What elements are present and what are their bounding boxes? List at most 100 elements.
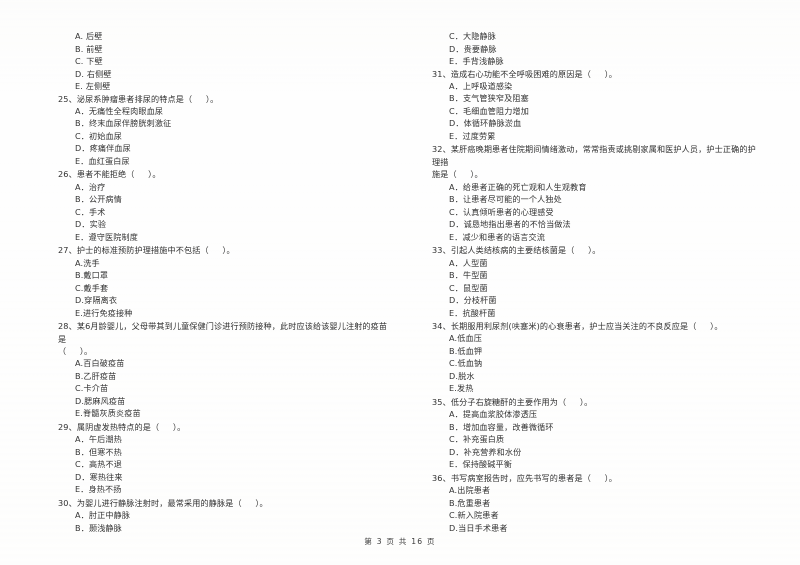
question-stem: 30、为婴儿进行静脉注射时，最常采用的静脉是（ ）。: [58, 497, 268, 508]
option-item: A．治疗: [75, 181, 106, 192]
option-item: E．抗酸杆菌: [449, 307, 496, 318]
option-item: C．初始血尿: [75, 130, 123, 141]
option-item: B．支气管狭窄及阻塞: [449, 93, 529, 104]
page-footer: 第 3 页 共 16 页: [364, 537, 436, 546]
question-options: A.洗手 B.戴口罩 C.戴手套 D.穿隔离衣 E.进行免疫接种: [58, 257, 388, 320]
question-options: A．给患者正确的死亡观和人生观教育 B．让患者尽可能的一个人独处 C．认真倾听患…: [432, 181, 762, 244]
option-item: B．但寒不热: [75, 446, 122, 457]
option-item: D.穿隔离衣: [75, 295, 118, 306]
question-stem: 35、低分子右旋糖酐的主要作用为（ ）。: [432, 396, 593, 407]
option-item: C．高热不退: [75, 459, 123, 470]
option-item: B．牛型菌: [449, 270, 488, 281]
option-item: B．颞浅静脉: [75, 522, 122, 533]
right-continued-options: C．大隐静脉 D．贵要静脉 E．手背浅静脉: [432, 30, 762, 68]
question-stem: 26、患者不能拒绝（ ）。: [58, 169, 161, 180]
question-stem: 28、某6月龄婴儿，父母带其到儿童保健门诊进行预防接种，此时应该给该婴儿注射的疫…: [58, 321, 388, 357]
option-item: A.低血压: [449, 333, 482, 344]
option-item: E．保持酸碱平衡: [449, 459, 512, 470]
option-item: B. 前壁: [75, 43, 103, 54]
option-item: A.百白破疫苗: [75, 358, 125, 369]
question-options: A.百白破疫苗 B.乙肝疫苗 C.卡介苗 D.腮麻风疫苗 E.脊髓灰质炎疫苗: [58, 357, 388, 420]
question-35: 35、低分子右旋糖酐的主要作用为（ ）。 A．提高血浆胶体渗透压 B．增加血容量…: [432, 396, 762, 471]
option-item: C.戴手套: [75, 282, 109, 293]
option-item: B．公开病情: [75, 194, 122, 205]
question-stem: 29、属阴虚发热特点的是（ ）。: [58, 421, 186, 432]
option-item: C.新入院患者: [449, 510, 499, 521]
option-item: B．终末血尿伴膀胱刺激征: [75, 118, 172, 129]
option-item: C．大隐静脉: [449, 31, 497, 41]
option-item: D．贵要静脉: [449, 43, 497, 54]
option-item: D．寒热往来: [75, 471, 123, 482]
question-27: 27、护士的标准预防护理措施中不包括（ ）。 A.洗手 B.戴口罩 C.戴手套 …: [58, 244, 388, 319]
option-item: E．身热不扬: [75, 484, 122, 495]
question-29: 29、属阴虚发热特点的是（ ）。 A．午后潮热 B．但寒不热 C．高热不退 D．…: [58, 421, 388, 496]
option-item: E．血红蛋白尿: [75, 155, 130, 166]
two-column-layout: A. 后壁 B. 前壁 C. 下壁 D. 右侧壁 E. 左侧壁 25、泌尿系肿瘤…: [58, 30, 756, 533]
option-item: E. 左侧壁: [75, 81, 111, 91]
question-34: 34、长期服用利尿剂(呋塞米)的心衰患者，护士应当关注的不良反应是（ ）。 A.…: [432, 320, 762, 395]
option-item: A. 后壁: [75, 31, 103, 41]
question-options: A．无痛性全程肉眼血尿 B．终末血尿伴膀胱刺激征 C．初始血尿 D．疼痛伴血尿 …: [58, 105, 388, 168]
option-item: B.乙肝疫苗: [75, 370, 117, 381]
option-item: C．鼠型菌: [449, 282, 488, 293]
question-options: A.低血压 B.低血钾 C.低血钠 D.脱水 E.发热: [432, 332, 762, 395]
option-item: A.洗手: [75, 257, 100, 268]
question-stem: 34、长期服用利尿剂(呋塞米)的心衰患者，护士应当关注的不良反应是（ ）。: [432, 321, 723, 332]
option-item: C.低血钠: [449, 358, 483, 369]
question-options: A．提高血浆胶体渗透压 B．增加血容量，改善微循环 C．补充蛋白质 D．补充营养…: [432, 408, 762, 471]
question-options: A．午后潮热 B．但寒不热 C．高热不退 D．寒热往来 E．身热不扬: [58, 433, 388, 496]
right-column: C．大隐静脉 D．贵要静脉 E．手背浅静脉 31、造成右心功能不全呼吸困难的原因…: [432, 30, 762, 533]
option-item: E．手背浅静脉: [449, 56, 504, 66]
option-item: D．实验: [75, 219, 107, 230]
option-item: A．人型菌: [449, 257, 488, 268]
option-item: A．无痛性全程肉眼血尿: [75, 105, 164, 116]
question-stem: 27、护士的标准预防护理措施中不包括（ ）。: [58, 245, 235, 256]
question-31: 31、造成右心功能不全呼吸困难的原因是（ ）。 A．上呼吸道感染 B．支气管狭窄…: [432, 68, 762, 143]
option-item: D. 右侧壁: [75, 68, 112, 79]
question-28: 28、某6月龄婴儿，父母带其到儿童保健门诊进行预防接种，此时应该给该婴儿注射的疫…: [58, 320, 388, 420]
question-36: 36、书写病室报告时，应先书写的患者是（ ）。 A.出院患者 B.危重患者 C.…: [432, 472, 762, 534]
option-item: D．疼痛伴血尿: [75, 143, 131, 154]
option-item: A．上呼吸道感染: [449, 80, 513, 91]
question-33: 33、引起人类结核病的主要结核菌是（ ）。 A．人型菌 B．牛型菌 C．鼠型菌 …: [432, 244, 762, 319]
option-item: C. 下壁: [75, 56, 103, 66]
question-30: 30、为婴儿进行静脉注射时，最常采用的静脉是（ ）。 A．肘正中静脉 B．颞浅静…: [58, 497, 388, 534]
option-item: D.当日手术患者: [449, 522, 508, 533]
option-item: A．午后潮热: [75, 434, 122, 445]
question-32: 32、某肝癌晚期患者住院期间情绪激动，常常指责或挑剔家属和医护人员，护士正确的护…: [432, 143, 762, 243]
option-item: A.出院患者: [449, 485, 491, 496]
option-item: C.卡介苗: [75, 383, 109, 394]
left-column: A. 后壁 B. 前壁 C. 下壁 D. 右侧壁 E. 左侧壁 25、泌尿系肿瘤…: [58, 30, 388, 533]
question-options: A．治疗 B．公开病情 C．手术 D．实验 E．遵守医院制度: [58, 181, 388, 244]
question-25: 25、泌尿系肿瘤患者排尿的特点是（ ）。 A．无痛性全程肉眼血尿 B．终末血尿伴…: [58, 93, 388, 168]
question-stem: 33、引起人类结核病的主要结核菌是（ ）。: [432, 245, 601, 256]
question-options: A．肘正中静脉 B．颞浅静脉: [58, 509, 388, 534]
option-item: D．分枝杆菌: [449, 295, 497, 306]
left-continued-options: A. 后壁 B. 前壁 C. 下壁 D. 右侧壁 E. 左侧壁: [58, 30, 388, 93]
option-item: D．诚恳地指出患者的不恰当做法: [449, 219, 571, 230]
option-item: B.危重患者: [449, 497, 491, 508]
option-item: D．体循环静脉淤血: [449, 118, 522, 129]
option-item: C．手术: [75, 206, 106, 217]
option-item: C．认真倾听患者的心理感受: [449, 206, 554, 217]
option-item: E．过度劳累: [449, 130, 496, 141]
option-item: A．给患者正确的死亡观和人生观教育: [449, 181, 587, 192]
option-item: E．遵守医院制度: [75, 231, 138, 242]
option-item: D．补充营养和水份: [449, 446, 522, 457]
option-item: B．让患者尽可能的一个人独处: [449, 194, 562, 205]
question-stem: 36、书写病室报告时，应先书写的患者是（ ）。: [432, 472, 618, 483]
question-options: A.出院患者 B.危重患者 C.新入院患者 D.当日手术患者: [432, 484, 762, 534]
option-item: A．肘正中静脉: [75, 510, 131, 521]
option-item: E.脊髓灰质炎疫苗: [75, 408, 141, 419]
question-stem: 32、某肝癌晚期患者住院期间情绪激动，常常指责或挑剔家属和医护人员，护士正确的护…: [432, 144, 756, 180]
option-item: E.发热: [449, 383, 474, 394]
option-item: D.脱水: [449, 370, 475, 381]
question-26: 26、患者不能拒绝（ ）。 A．治疗 B．公开病情 C．手术 D．实验 E．遵守…: [58, 168, 388, 243]
question-stem: 31、造成右心功能不全呼吸困难的原因是（ ）。: [432, 68, 618, 79]
option-item: E．减少和患者的语言交流: [449, 231, 545, 242]
question-stem: 25、泌尿系肿瘤患者排尿的特点是（ ）。: [58, 93, 219, 104]
option-item: C．毛细血管阻力增加: [449, 105, 529, 116]
question-options: A．人型菌 B．牛型菌 C．鼠型菌 D．分枝杆菌 E．抗酸杆菌: [432, 257, 762, 320]
option-item: B.低血钾: [449, 345, 483, 356]
question-options: A．上呼吸道感染 B．支气管狭窄及阻塞 C．毛细血管阻力增加 D．体循环静脉淤血…: [432, 80, 762, 143]
